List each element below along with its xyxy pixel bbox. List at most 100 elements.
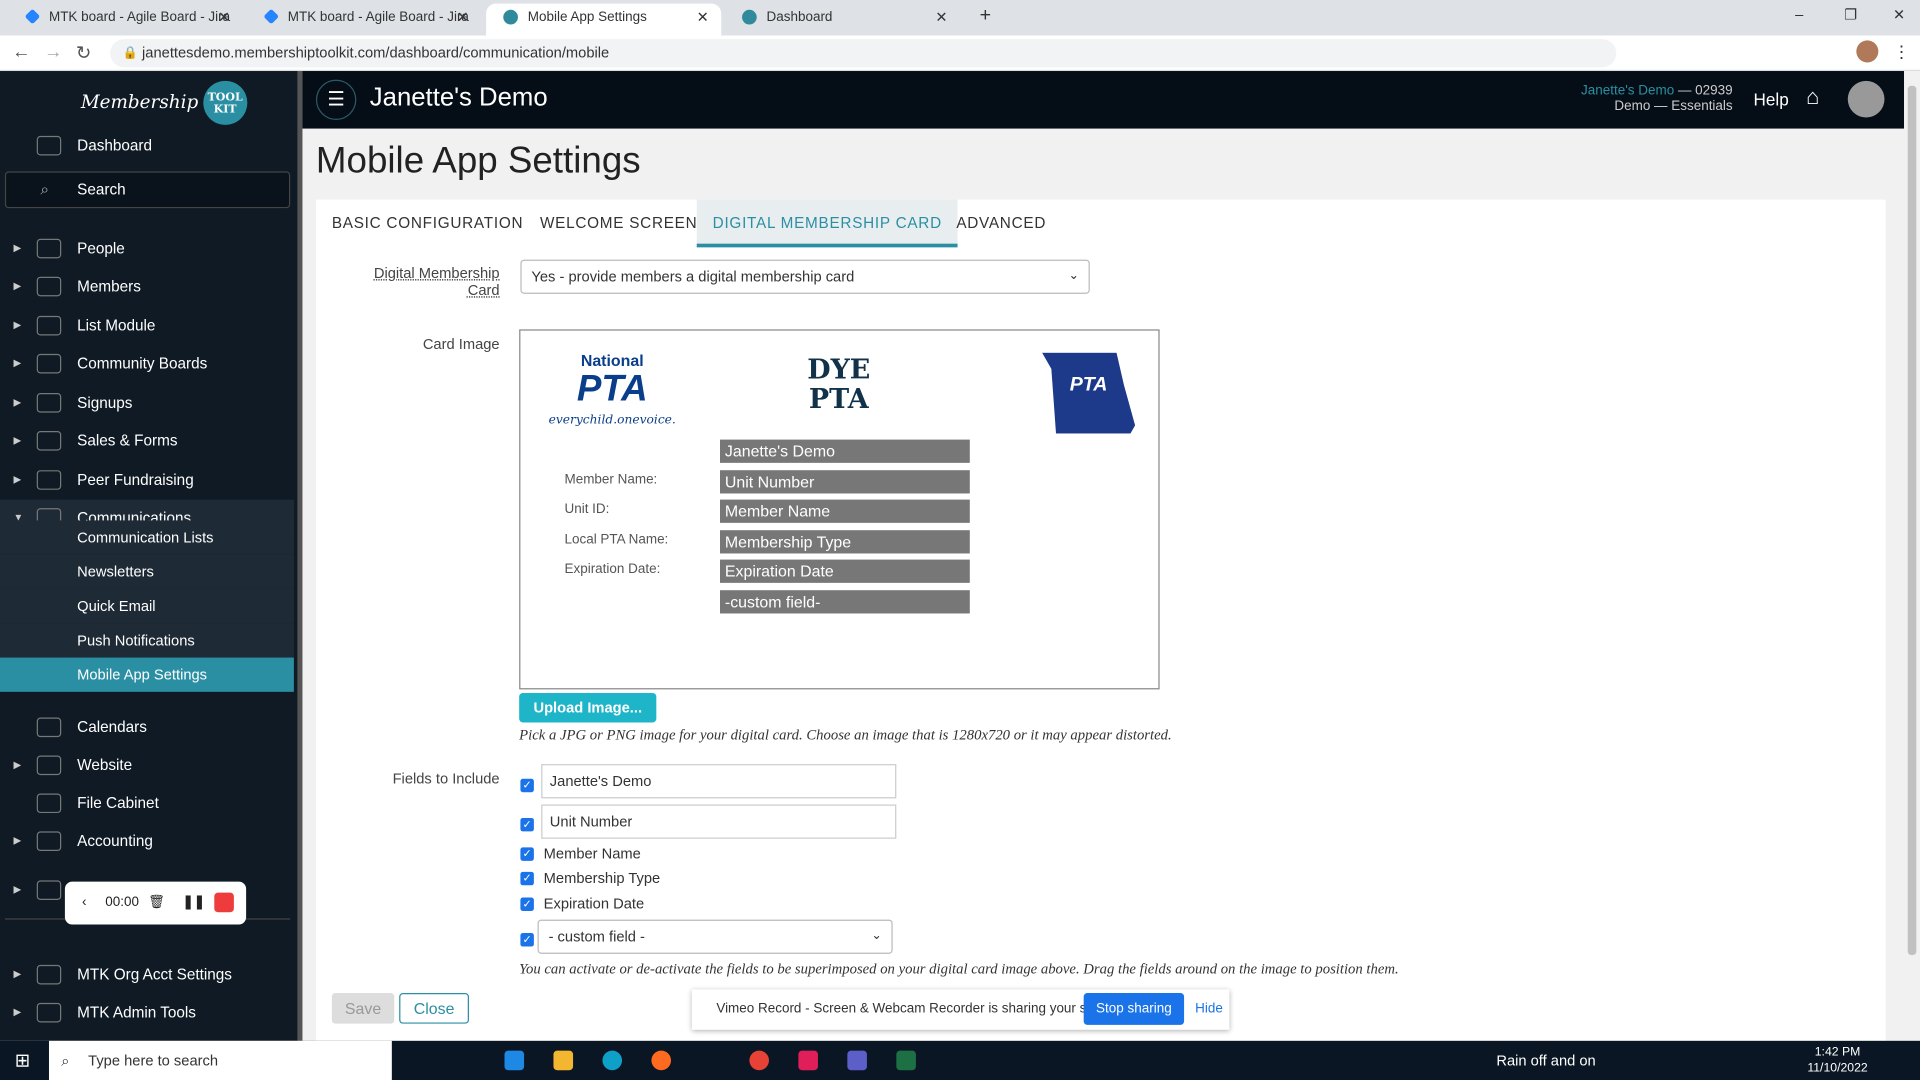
sidebar-item[interactable]: ▶ People <box>0 230 294 267</box>
card-field-overlay[interactable]: Janette's Demo <box>720 439 970 463</box>
windows-start-icon[interactable]: ⊞ <box>15 1049 30 1072</box>
sidebar-item[interactable]: File Cabinet <box>0 785 294 822</box>
weather-text[interactable]: Rain off and on <box>1496 1052 1595 1069</box>
sidebar-item[interactable]: ▶ Signups <box>0 384 294 421</box>
close-window-button[interactable]: ✕ <box>1893 6 1905 23</box>
sidebar-subitem[interactable]: Mobile App Settings <box>0 657 294 692</box>
hide-button[interactable]: Hide <box>1195 989 1223 1029</box>
field-checkbox[interactable]: ✓ <box>520 778 534 793</box>
firefox-icon[interactable] <box>651 1050 672 1071</box>
user-avatar[interactable] <box>1847 80 1885 118</box>
close-tab-icon[interactable]: ✕ <box>935 4 947 31</box>
field-input[interactable]: Janette's Demo <box>541 764 897 799</box>
minimize-button[interactable]: – <box>1795 6 1803 23</box>
sidebar-subitem[interactable]: Newsletters <box>0 554 294 589</box>
close-tab-icon[interactable]: ✕ <box>457 4 469 31</box>
card-image-preview[interactable]: National PTA everychild.onevoice. DYE PTA P… <box>519 329 1160 690</box>
browser-tab-active[interactable]: Mobile App Settings ✕ <box>486 3 722 36</box>
caret-right-icon[interactable]: ▶ <box>13 384 21 421</box>
url-input[interactable]: 🔒 janettesdemo.membershiptoolkit.com/dash… <box>110 39 1617 68</box>
sidebar-item[interactable]: ▶ Community Boards <box>0 345 294 382</box>
browser-tab[interactable]: Dashboard ✕ <box>725 4 960 36</box>
close-tab-icon[interactable]: ✕ <box>218 4 230 31</box>
edge-icon[interactable] <box>602 1050 623 1071</box>
upload-image-button[interactable]: Upload Image... <box>519 693 657 723</box>
close-tab-icon[interactable]: ✕ <box>697 4 709 31</box>
field-checkbox[interactable]: ✓ <box>520 933 534 947</box>
logo[interactable]: Membership TOOL KIT <box>81 80 248 125</box>
sidebar-item[interactable]: ▶ Sales & Forms <box>0 422 294 459</box>
caret-right-icon[interactable]: ▶ <box>13 268 21 305</box>
pause-icon[interactable]: ❚❚ <box>182 882 205 925</box>
teams-icon[interactable] <box>847 1050 867 1071</box>
new-tab-button[interactable]: + <box>980 5 991 27</box>
stop-record-icon[interactable] <box>214 892 234 913</box>
menu-icon <box>36 431 62 451</box>
clock[interactable]: 1:42 PM 11/10/2022 <box>1807 1044 1867 1076</box>
caret-right-icon[interactable]: ▶ <box>13 422 21 459</box>
home-icon[interactable]: ⌂ <box>1806 84 1819 110</box>
chrome-icon[interactable] <box>749 1050 769 1071</box>
dmc-select[interactable]: Yes - provide members a digital membersh… <box>520 259 1090 294</box>
custom-field-select[interactable]: - custom field - ⌄ <box>537 919 893 954</box>
tab-advanced[interactable]: ADVANCED <box>940 200 1062 248</box>
close-button[interactable]: Close <box>399 993 469 1024</box>
chevron-left-icon[interactable]: ‹ <box>82 882 86 925</box>
caret-right-icon[interactable]: ▶ <box>13 872 21 909</box>
sidebar-item[interactable]: ▶ Website <box>0 747 294 784</box>
menu-icon[interactable]: ⋮ <box>1893 42 1910 63</box>
sidebar-subitem[interactable]: Communication Lists <box>0 520 294 555</box>
sidebar-item[interactable]: ▶ Members <box>0 268 294 305</box>
reload-icon[interactable]: ↻ <box>76 42 91 64</box>
caret-right-icon[interactable]: ▶ <box>13 823 21 860</box>
sidebar-scrollbar[interactable] <box>297 71 303 1041</box>
hamburger-menu-icon[interactable]: ☰ <box>315 79 357 121</box>
profile-avatar[interactable] <box>1856 40 1879 63</box>
card-field-overlay[interactable]: Member Name <box>720 499 970 523</box>
sidebar-subitem[interactable]: Quick Email <box>0 588 294 624</box>
store-icon[interactable] <box>504 1050 525 1071</box>
sidebar-item-dashboard[interactable]: Dashboard <box>0 127 294 164</box>
browser-tab[interactable]: MTK board - Agile Board - Jira ✕ <box>246 4 481 36</box>
restore-button[interactable]: ❐ <box>1844 6 1857 23</box>
card-field-overlay[interactable]: Membership Type <box>720 530 970 554</box>
help-link[interactable]: Help <box>1753 89 1788 109</box>
sidebar-subitem[interactable]: Push Notifications <box>0 623 294 658</box>
forward-icon[interactable]: → <box>44 42 62 63</box>
field-checkbox[interactable]: ✓ <box>520 847 534 861</box>
page-scrollbar[interactable] <box>1904 71 1920 1041</box>
taskbar-search[interactable]: ⌕ Type here to search <box>48 1040 392 1080</box>
caret-right-icon[interactable]: ▶ <box>13 956 21 993</box>
caret-right-icon[interactable]: ▶ <box>13 462 21 499</box>
trash-icon[interactable]: 🗑 <box>148 882 165 925</box>
caret-right-icon[interactable]: ▶ <box>13 230 21 267</box>
browser-tab[interactable]: MTK board - Agile Board - Jira ✕ <box>7 4 242 36</box>
slack-icon[interactable] <box>798 1050 818 1071</box>
caret-right-icon[interactable]: ▶ <box>13 345 21 382</box>
file-explorer-icon[interactable] <box>553 1050 574 1071</box>
field-checkbox[interactable]: ✓ <box>520 871 534 886</box>
tab-welcome-screen[interactable]: WELCOME SCREEN <box>524 200 713 248</box>
card-field-overlay[interactable]: -custom field- <box>720 590 970 614</box>
sidebar-item[interactable]: ▶ MTK Org Acct Settings <box>0 956 294 993</box>
card-field-overlay[interactable]: Unit Number <box>720 470 970 494</box>
tab-digital-membership-card[interactable]: DIGITAL MEMBERSHIP CARD <box>696 199 958 248</box>
field-checkbox[interactable]: ✓ <box>520 817 534 832</box>
caret-right-icon[interactable]: ▶ <box>13 994 21 1031</box>
sidebar-item[interactable]: ▶ MTK Admin Tools <box>0 994 294 1031</box>
field-input[interactable]: Unit Number <box>541 804 897 839</box>
card-field-overlay[interactable]: Expiration Date <box>720 559 970 583</box>
stop-sharing-button[interactable]: Stop sharing <box>1083 993 1185 1025</box>
caret-right-icon[interactable]: ▶ <box>13 747 21 784</box>
field-checkbox[interactable]: ✓ <box>520 897 534 912</box>
save-button[interactable]: Save <box>331 993 395 1024</box>
back-icon[interactable]: ← <box>12 42 30 63</box>
sidebar-item[interactable]: Calendars <box>0 709 294 746</box>
sidebar-item[interactable]: ▶ List Module <box>0 307 294 344</box>
sidebar-search[interactable]: ⌕ Search <box>4 171 291 209</box>
caret-right-icon[interactable]: ▶ <box>13 307 21 344</box>
sidebar-item[interactable]: ▶ Accounting <box>0 823 294 860</box>
tab-basic-configuration[interactable]: BASIC CONFIGURATION <box>316 200 539 248</box>
sidebar-item[interactable]: ▶ Peer Fundraising <box>0 462 294 499</box>
excel-icon[interactable] <box>896 1050 916 1071</box>
